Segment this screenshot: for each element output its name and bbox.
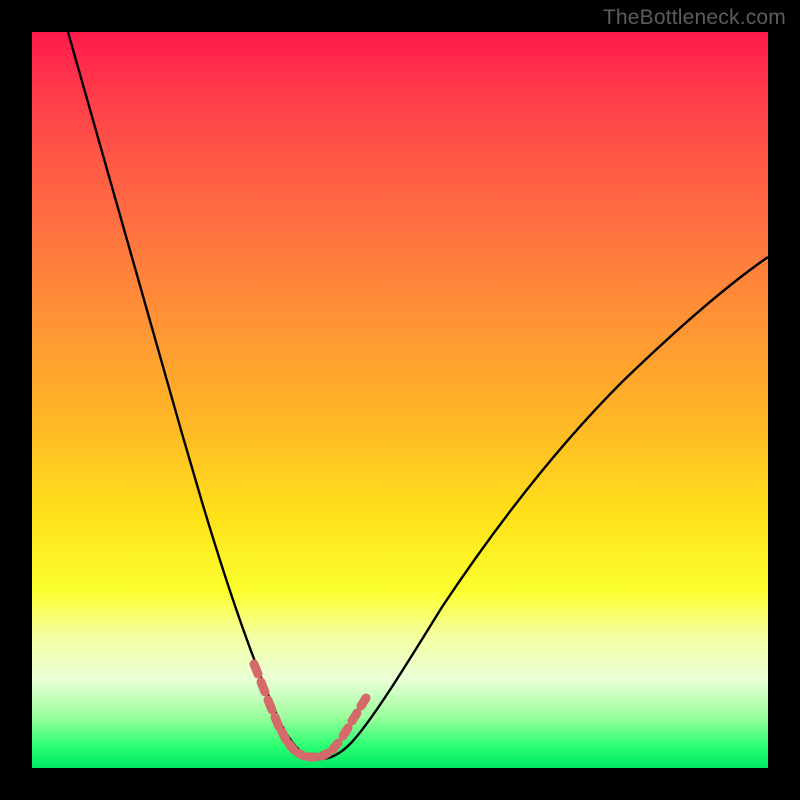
bottleneck-curve [68, 32, 768, 759]
chart-svg [32, 32, 768, 768]
chart-frame: TheBottleneck.com [0, 0, 800, 800]
watermark-text: TheBottleneck.com [603, 6, 786, 30]
plot-area [32, 32, 768, 768]
optimal-range-markers [254, 664, 366, 757]
